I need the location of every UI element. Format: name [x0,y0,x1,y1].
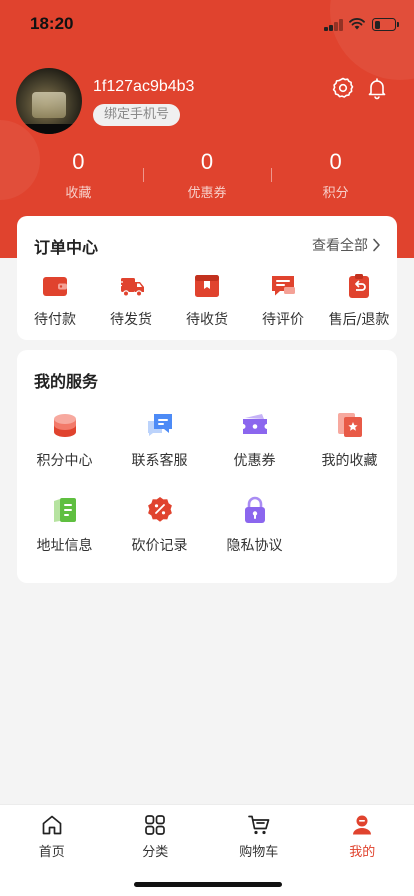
order-pending-shipment[interactable]: 待发货 [93,272,169,329]
stats-row: 0 收藏 0 优惠券 0 积分 [14,146,400,206]
view-all-label: 查看全部 [312,238,368,254]
home-indicator [134,882,282,887]
stat-favorites[interactable]: 0 收藏 [14,146,143,206]
service-label: 优惠券 [233,453,276,469]
stat-label: 优惠券 [187,186,227,201]
order-status-label: 待发货 [110,312,152,328]
bell-icon[interactable] [365,76,389,100]
stat-coupons[interactable]: 0 优惠券 [142,146,272,206]
order-status-label: 待评价 [262,312,304,328]
service-label: 隐私协议 [226,538,283,554]
grid-icon [145,815,166,835]
tab-label: 分类 [142,845,169,860]
status-bar: 18:20 [0,0,414,50]
cart-icon [247,815,270,835]
tab-cart[interactable]: 购物车 [207,805,311,861]
bind-phone-button[interactable]: 绑定手机号 [93,104,181,126]
service-bargain-records[interactable]: 砍价记录 [112,495,207,580]
battery-icon [372,18,396,31]
service-label: 联系客服 [131,453,188,469]
order-center-card: 订单中心 查看全部 待付款 待发货 待收货 待评价 售后/退款 [17,216,397,340]
user-icon [353,815,372,835]
wallet-icon [43,277,67,296]
username: 1f127ac9b4b3 [93,78,195,95]
battery-cap [397,22,399,27]
order-after-sales[interactable]: 售后/退款 [321,272,397,329]
tab-home[interactable]: 首页 [0,805,104,861]
service-label: 我的收藏 [321,453,378,469]
order-status-row: 待付款 待发货 待收货 待评价 售后/退款 [17,272,397,329]
service-label: 地址信息 [36,538,93,554]
tab-label: 我的 [349,845,376,860]
discount-icon [147,497,172,522]
favorite-icon [337,413,362,437]
tab-label: 首页 [38,845,65,860]
status-time: 18:20 [30,14,74,33]
stat-points[interactable]: 0 积分 [271,146,400,206]
service-label: 砍价记录 [131,538,188,554]
service-address-info[interactable]: 地址信息 [17,495,112,580]
stat-label: 收藏 [65,186,92,201]
package-icon [195,275,219,297]
address-icon [53,498,76,522]
order-status-label: 待收货 [186,312,228,328]
order-status-label: 售后/退款 [328,312,390,328]
order-center-title: 订单中心 [34,238,99,257]
service-customer-support[interactable]: 联系客服 [112,410,207,495]
services-grid: 积分中心 联系客服 优惠券 我的收藏 地址信息 砍价记录 隐私协议 [17,410,397,580]
order-pending-review[interactable]: 待评价 [245,272,321,329]
service-coupons[interactable]: 优惠券 [207,410,302,495]
battery-level [374,20,380,29]
stat-value: 0 [329,149,342,174]
my-services-card: 我的服务 积分中心 联系客服 优惠券 我的收藏 地址信息 砍价记录 隐私协议 [17,350,397,583]
coupon-icon [242,414,267,434]
tab-label: 购物车 [239,845,279,860]
tab-category[interactable]: 分类 [104,805,208,861]
bottom-tab-bar: 首页 分类 购物车 我的 [0,804,414,896]
tab-mine[interactable]: 我的 [311,805,414,861]
truck-icon [117,278,144,297]
view-all-orders-link[interactable]: 查看全部 [312,235,381,255]
avatar-photo [32,92,66,118]
stat-value: 0 [200,149,214,174]
stat-value: 0 [72,149,85,174]
service-points-center[interactable]: 积分中心 [17,410,112,495]
my-services-title: 我的服务 [34,372,99,391]
chevron-right-icon [373,238,380,252]
coins-icon [53,414,76,437]
order-pending-receipt[interactable]: 待收货 [169,272,245,329]
wifi-icon [349,18,365,30]
lock-icon [244,496,265,523]
chat-icon [147,414,172,436]
avatar-photo-edge [16,124,82,134]
stat-label: 积分 [322,186,349,201]
gear-icon[interactable] [331,76,355,100]
cellular-signal-icon [324,19,344,31]
service-my-favorites[interactable]: 我的收藏 [302,410,397,495]
review-icon [272,276,295,296]
avatar[interactable] [16,68,82,134]
order-status-label: 待付款 [34,312,76,328]
refund-icon [349,274,369,298]
home-icon [42,815,62,835]
service-label: 积分中心 [36,453,93,469]
order-pending-payment[interactable]: 待付款 [17,272,93,329]
service-privacy-policy[interactable]: 隐私协议 [207,495,302,580]
